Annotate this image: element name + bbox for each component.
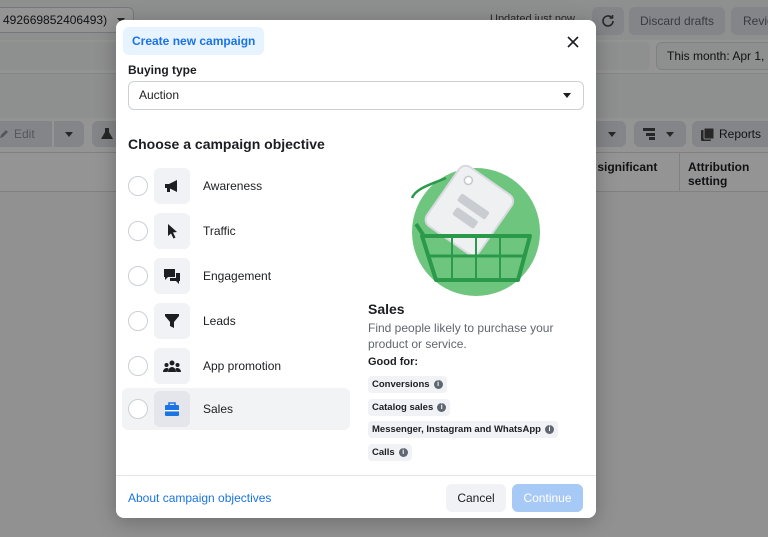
buying-type-label: Buying type [128,63,197,77]
objective-label: Engagement [203,269,272,283]
good-for-chip: Catalog sales i [368,399,451,416]
objective-label: Leads [203,314,236,328]
objective-heading: Choose a campaign objective [128,136,325,152]
objective-icon-box [154,303,190,339]
objective-detail-title: Sales [368,301,405,317]
objective-option-app-promotion[interactable]: App promotion [122,345,350,387]
continue-button[interactable]: Continue [512,484,583,512]
filter-icon [165,314,179,328]
objective-option-traffic[interactable]: Traffic [122,210,350,252]
radio-button[interactable] [128,311,148,331]
people-icon [163,360,181,372]
shopping-bag-icon [165,402,179,416]
objective-label: Awareness [203,179,263,193]
info-icon[interactable]: i [433,380,443,389]
objective-option-awareness[interactable]: Awareness [122,165,350,207]
objective-label: App promotion [203,359,282,373]
chevron-down-icon [563,93,571,98]
objective-icon-box [154,391,190,427]
dialog-title-tab: Create new campaign [123,27,265,55]
radio-button[interactable] [128,266,148,286]
objective-icon-box [154,258,190,294]
chip-label: Conversions [372,379,430,390]
objective-icon-box [154,348,190,384]
chat-bubbles-icon [164,269,180,284]
objective-label: Traffic [203,224,236,238]
objective-option-leads[interactable]: Leads [122,300,350,342]
close-icon [567,36,579,48]
cursor-icon [168,224,177,239]
buying-type-value: Auction [139,88,180,102]
close-button[interactable] [562,31,584,53]
megaphone-icon [165,180,177,192]
objective-icon-box [154,168,190,204]
create-campaign-dialog: Create new campaign Buying type Auction … [116,20,596,518]
chip-label: Calls [372,447,395,458]
chip-label: Messenger, Instagram and WhatsApp [372,424,541,435]
radio-button[interactable] [128,399,148,419]
radio-button[interactable] [128,221,148,241]
good-for-chip: Messenger, Instagram and WhatsApp i [368,421,558,438]
chip-label: Catalog sales [372,402,434,413]
objective-detail-description: Find people likely to purchase your prod… [368,321,554,351]
info-icon[interactable]: i [544,425,554,434]
objective-option-sales[interactable]: Sales [122,388,350,430]
footer-divider [116,475,596,476]
good-for-label: Good for: [368,356,419,368]
objective-option-engagement[interactable]: Engagement [122,255,350,297]
objective-icon-box [154,213,190,249]
buying-type-select[interactable]: Auction [128,81,584,110]
info-icon[interactable]: i [437,403,447,412]
radio-button[interactable] [128,176,148,196]
cancel-button[interactable]: Cancel [446,484,506,512]
good-for-chip: Conversions i [368,376,447,393]
info-icon[interactable]: i [398,448,408,457]
shopping-cart-tag-illustration [410,164,540,296]
about-objectives-link[interactable]: About campaign objectives [128,491,271,505]
radio-button[interactable] [128,356,148,376]
objective-label: Sales [203,402,234,416]
good-for-chip: Calls i [368,444,412,461]
